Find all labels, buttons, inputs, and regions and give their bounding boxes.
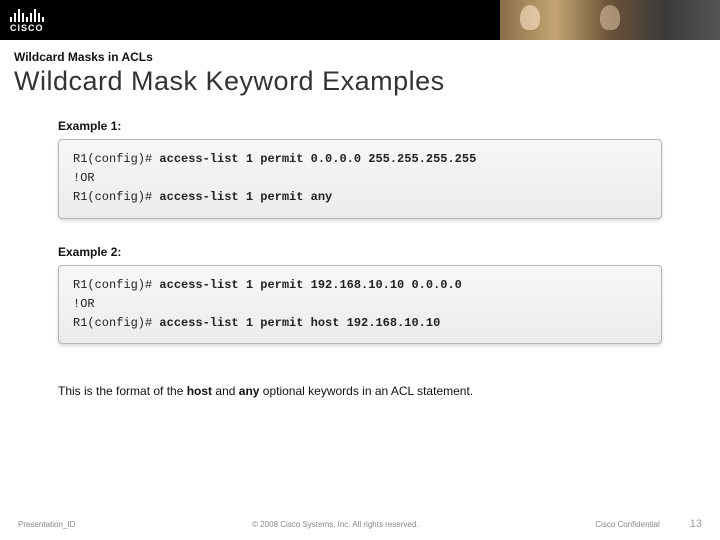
slide-content: Example 1: R1(config)# access-list 1 per… xyxy=(0,101,720,398)
example-2-panel: R1(config)# access-list 1 permit 192.168… xyxy=(58,265,662,345)
slide-footer: Presentation_ID © 2008 Cisco Systems, In… xyxy=(0,518,720,530)
slide-title: Wildcard Mask Keyword Examples xyxy=(14,66,706,97)
page-number: 13 xyxy=(690,518,702,530)
code-line: R1(config)# access-list 1 permit any xyxy=(73,188,647,207)
code-line: !OR xyxy=(73,169,647,188)
brand-logo: CISCO xyxy=(0,8,44,33)
example-1-label: Example 1: xyxy=(58,119,662,133)
caption-text: This is the format of the host and any o… xyxy=(58,384,662,398)
cisco-bars-icon xyxy=(10,8,44,22)
code-line: R1(config)# access-list 1 permit 192.168… xyxy=(73,276,647,295)
decorative-people-strip xyxy=(500,0,720,40)
brand-name: CISCO xyxy=(10,23,44,33)
confidential-text: Cisco Confidential xyxy=(595,520,659,529)
code-line: !OR xyxy=(73,295,647,314)
example-2-label: Example 2: xyxy=(58,245,662,259)
example-1-panel: R1(config)# access-list 1 permit 0.0.0.0… xyxy=(58,139,662,219)
slide-subtitle: Wildcard Masks in ACLs xyxy=(14,50,706,64)
code-line: R1(config)# access-list 1 permit host 19… xyxy=(73,314,647,333)
code-line: R1(config)# access-list 1 permit 0.0.0.0… xyxy=(73,150,647,169)
presentation-id: Presentation_ID xyxy=(18,520,75,529)
copyright-text: © 2008 Cisco Systems, Inc. All rights re… xyxy=(75,520,595,529)
top-bar: CISCO xyxy=(0,0,720,40)
slide-header: Wildcard Masks in ACLs Wildcard Mask Key… xyxy=(0,40,720,101)
